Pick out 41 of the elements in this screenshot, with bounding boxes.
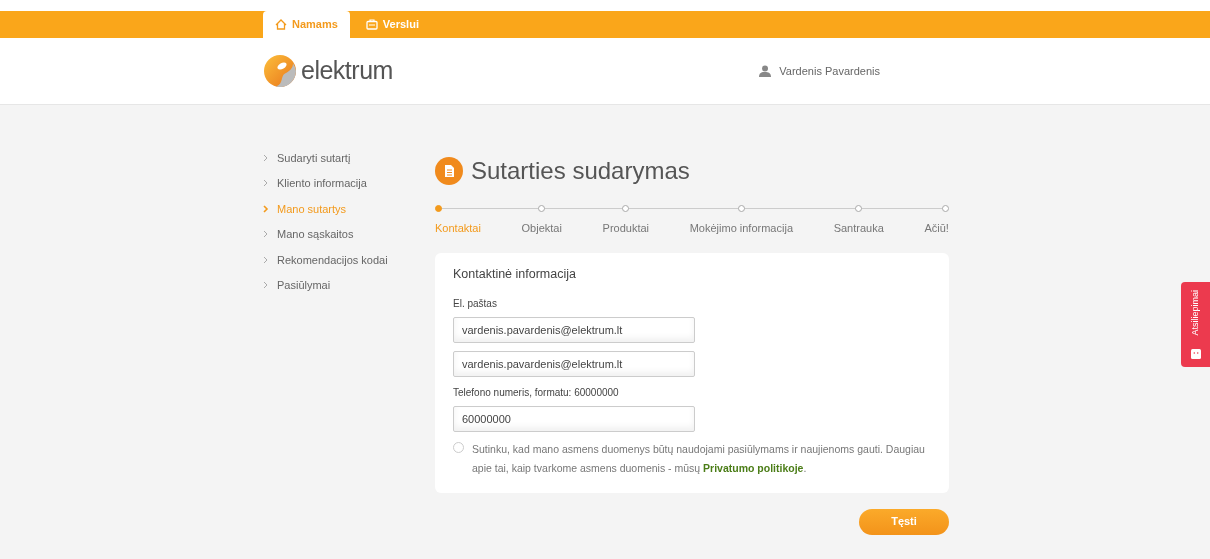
input-field[interactable]: 60000000 xyxy=(453,405,695,432)
step-label: Objektai xyxy=(521,221,562,236)
document-icon xyxy=(435,157,463,185)
chevron-icon xyxy=(263,255,269,264)
logo-icon xyxy=(263,54,297,88)
chevron-icon xyxy=(263,153,269,162)
sidebar-item[interactable]: Rekomendacijos kodai xyxy=(263,247,435,273)
input-field[interactable]: vardenis.pavardenis@elektrum.lt xyxy=(453,316,695,343)
house-icon xyxy=(275,19,287,30)
step-dot[interactable] xyxy=(941,205,949,212)
field-label: Telefono numeris, formatu: 60000000 xyxy=(453,385,620,400)
step-label: Kontaktai xyxy=(435,221,481,236)
sidebar-item[interactable]: Kliento informacija xyxy=(263,170,435,196)
step-label: Ačiū! xyxy=(924,221,949,236)
step-dot[interactable] xyxy=(538,205,546,212)
chevron-icon xyxy=(263,204,269,213)
logo-text: elektrum xyxy=(301,55,393,87)
step-dot[interactable] xyxy=(622,205,630,212)
step-label: Mokėjimo informacija xyxy=(689,221,793,236)
step-label: Produktai xyxy=(602,221,650,236)
step-dot[interactable] xyxy=(855,205,863,212)
consent-checkbox[interactable] xyxy=(453,441,464,453)
feedback-tab[interactable]: Atsiliepimai xyxy=(1181,282,1210,367)
sidebar-item[interactable]: Mano sąskaitos xyxy=(263,221,435,247)
chevron-icon xyxy=(263,281,269,290)
sidebar-item[interactable]: Pasiūlymai xyxy=(263,272,435,298)
user-icon xyxy=(759,65,772,77)
step-label: Santrauka xyxy=(833,221,884,236)
consent-text: Sutinku, kad mano asmens duomenys būtų naudojami pasiūlymams ir naujienoms gauti. Daugiau apie tai, kaip tvarkome asmens duomenis - mūsų Privatumo politikoje. xyxy=(472,441,926,477)
page-title: Sutarties sudarymas xyxy=(471,156,690,186)
briefcase-icon xyxy=(365,19,378,30)
form-title: Kontaktinė informacija xyxy=(453,266,577,283)
step-dot[interactable] xyxy=(435,205,442,212)
chevron-icon xyxy=(263,179,269,188)
field-label: El. paštas xyxy=(453,296,498,311)
step-dot[interactable] xyxy=(737,205,745,212)
sidebar-item[interactable]: Sudaryti sutartį xyxy=(263,145,435,171)
smiley-icon xyxy=(1190,349,1201,359)
chevron-icon xyxy=(263,230,269,239)
input-field[interactable]: vardenis.pavardenis@elektrum.lt xyxy=(453,350,695,377)
user-name[interactable]: Vardenis Pavardenis xyxy=(779,62,880,80)
